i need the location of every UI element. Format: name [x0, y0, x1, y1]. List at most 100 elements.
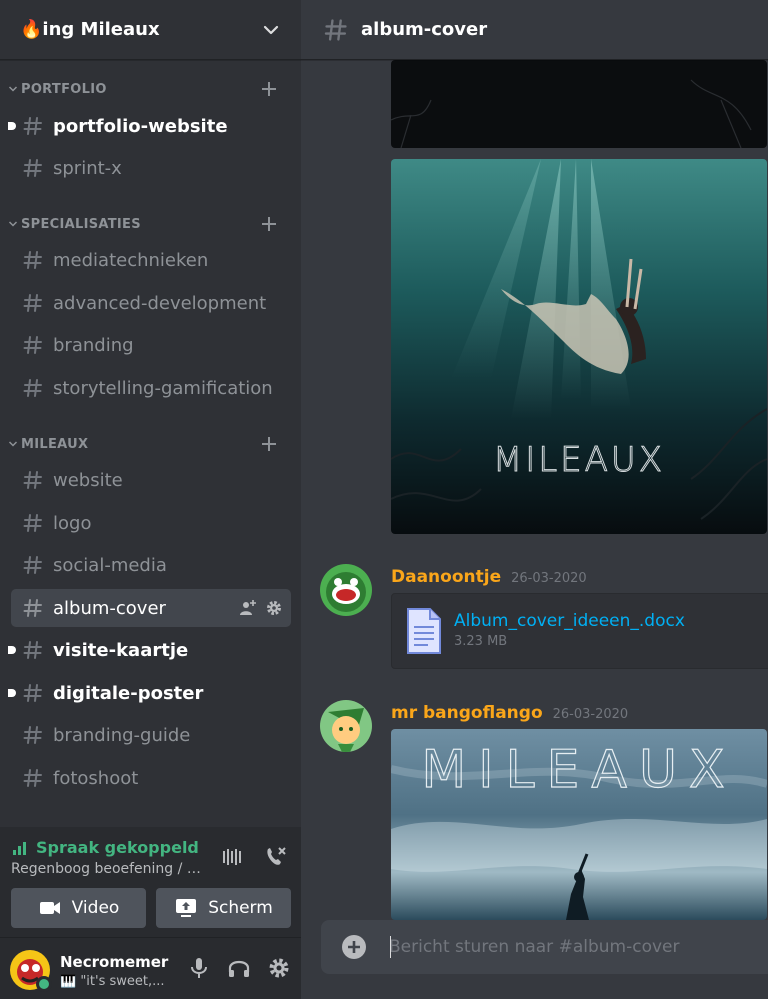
voice-status[interactable]: Spraak gekoppeld — [12, 838, 199, 857]
channel-name: fotoshoot — [53, 767, 139, 789]
online-status-indicator — [36, 976, 52, 992]
chevron-down-icon — [8, 221, 18, 227]
channel-logo[interactable]: logo — [11, 504, 291, 542]
channel-advanced-development[interactable]: advanced-development — [11, 284, 291, 322]
hash-icon — [23, 514, 42, 532]
file-attachment[interactable]: Album_cover_ideeen_.docx 3.23 MB — [391, 593, 768, 669]
hash-icon — [23, 294, 42, 312]
avatar[interactable] — [320, 564, 372, 616]
channel-name: visite-kaartje — [53, 639, 189, 661]
channel-name: mediatechnieken — [53, 249, 209, 271]
channel-branding-guide[interactable]: branding-guide — [11, 716, 291, 754]
chat-area: album-cover MILEAUX Daanoontje 26-03-202… — [301, 0, 768, 999]
channel-name: branding — [53, 334, 134, 356]
plus-icon[interactable] — [260, 435, 278, 453]
video-button-label: Video — [71, 898, 120, 918]
screen-share-label: Scherm — [208, 898, 273, 918]
channel-sprint-x[interactable]: sprint-x — [11, 149, 291, 187]
category-label: MILEAUX — [21, 436, 89, 452]
hash-icon — [23, 251, 42, 269]
signal-icon — [13, 841, 26, 855]
screen-share-button[interactable]: Scherm — [156, 888, 291, 928]
message-composer — [321, 920, 768, 974]
settings-icon[interactable] — [267, 956, 291, 980]
plus-icon[interactable] — [260, 215, 278, 233]
unread-indicator — [8, 689, 16, 697]
video-button[interactable]: Video — [11, 888, 146, 928]
message-author[interactable]: Daanoontje — [391, 567, 501, 587]
plus-icon[interactable] — [341, 934, 367, 960]
hash-icon — [23, 471, 42, 489]
channel-name: album-cover — [53, 597, 166, 619]
hash-icon — [23, 769, 42, 787]
message-timestamp: 26-03-2020 — [511, 571, 587, 586]
channel-fotoshoot[interactable]: fotoshoot — [11, 759, 291, 797]
disconnect-icon[interactable] — [263, 845, 287, 869]
custom-status: 🎹 "it's sweet,... — [60, 974, 165, 989]
category-label: PORTFOLIO — [21, 81, 107, 97]
category-mileaux[interactable]: MILEAUX — [0, 432, 301, 456]
channel-portfolio-website[interactable]: portfolio-website — [8, 107, 291, 145]
channel-name: sprint-x — [53, 157, 122, 179]
hash-icon — [23, 159, 42, 177]
channel-name: logo — [53, 512, 92, 534]
voice-controls — [221, 845, 287, 869]
channel-website[interactable]: website — [11, 461, 291, 499]
channel-branding[interactable]: branding — [11, 326, 291, 364]
album-cover-title: MILEAUX — [493, 440, 665, 480]
channel-digitale-poster[interactable]: digitale-poster — [8, 674, 291, 712]
voice-panel: Spraak gekoppeld Regenboog beoefening / … — [0, 827, 301, 938]
server-name: 🔥ing Mileaux — [20, 19, 160, 40]
file-name-link[interactable]: Album_cover_ideeen_.docx — [454, 611, 685, 631]
gear-icon[interactable] — [265, 599, 283, 617]
server-header[interactable]: 🔥ing Mileaux — [0, 0, 301, 60]
hash-icon — [324, 18, 347, 41]
channel-visite-kaartje[interactable]: visite-kaartje — [8, 631, 291, 669]
category-specialisaties[interactable]: SPECIALISATIES — [0, 212, 301, 236]
category-portfolio[interactable]: PORTFOLIO — [0, 77, 301, 101]
attachment-image[interactable] — [391, 60, 767, 148]
channel-social-media[interactable]: social-media — [11, 546, 291, 584]
message-input[interactable] — [389, 920, 768, 974]
album-cover-image[interactable]: MILEAUX — [391, 159, 767, 534]
channel-storytelling-gamification[interactable]: storytelling-gamification — [11, 369, 291, 407]
username: Necromemer — [60, 953, 169, 971]
soundboard-icon[interactable] — [221, 845, 245, 869]
add-member-icon[interactable] — [239, 599, 257, 617]
channel-name: social-media — [53, 554, 167, 576]
hash-icon — [23, 726, 42, 744]
image-title: MILEAUX — [421, 740, 736, 800]
unread-indicator — [8, 122, 16, 130]
channel-list: PORTFOLIO portfolio-website sprint-x SPE… — [0, 60, 301, 827]
message-header: Daanoontje 26-03-2020 — [391, 567, 587, 587]
message-author[interactable]: mr bangoflango — [391, 703, 543, 723]
hash-icon — [23, 379, 42, 397]
user-panel: Necromemer 🎹 "it's sweet,... — [0, 938, 301, 999]
category-label: SPECIALISATIES — [21, 216, 141, 232]
chevron-down-icon — [263, 25, 279, 34]
channel-album-cover[interactable]: album-cover — [11, 589, 291, 627]
attachment-image[interactable]: MILEAUX — [391, 729, 767, 920]
unread-indicator — [8, 646, 16, 654]
message-header: mr bangoflango 26-03-2020 — [391, 703, 628, 723]
video-icon — [39, 902, 60, 914]
channel-name: portfolio-website — [53, 115, 228, 137]
avatar[interactable] — [320, 700, 372, 752]
channel-mediatechnieken[interactable]: mediatechnieken — [11, 241, 291, 279]
channel-name: website — [53, 469, 123, 491]
hash-icon — [23, 599, 42, 617]
hash-icon — [23, 117, 42, 135]
channel-name: digitale-poster — [53, 682, 204, 704]
channel-header: album-cover — [301, 0, 768, 60]
channel-title: album-cover — [361, 19, 488, 40]
chevron-down-icon — [8, 86, 18, 92]
voice-channel-name: Regenboog beoefening / 🔥... — [11, 861, 201, 877]
microphone-icon[interactable] — [187, 956, 211, 980]
channel-name: advanced-development — [53, 292, 267, 314]
hash-icon — [23, 641, 42, 659]
channel-name: branding-guide — [53, 724, 191, 746]
plus-icon[interactable] — [260, 80, 278, 98]
headphones-icon[interactable] — [227, 956, 251, 980]
voice-status-label: Spraak gekoppeld — [36, 838, 199, 857]
text-cursor — [390, 936, 391, 958]
